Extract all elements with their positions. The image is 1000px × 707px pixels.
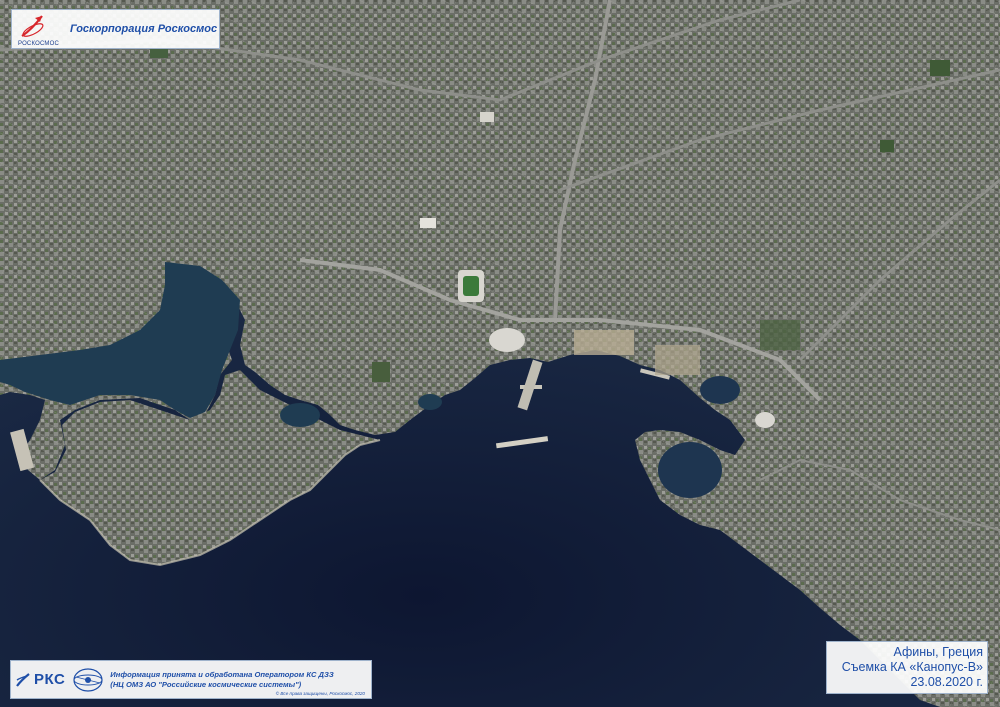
- caption-satellite: Съемка КА «Канопус-В»: [841, 660, 983, 674]
- logo-subtext: РОСКОСМОС: [18, 41, 60, 47]
- info-line-2: (НЦ ОМЗ АО "Российские космические систе…: [110, 679, 302, 689]
- rks-emblem-icon: [16, 672, 30, 687]
- satellite-image: [0, 0, 1000, 707]
- image-caption-panel: Афины, Греция Съемка КА «Канопус-В» 23.0…: [826, 641, 988, 694]
- operator-info-text: Информация принята и обработана Оператор…: [110, 670, 334, 690]
- roscosmos-logo: РОСКОСМОС: [18, 12, 59, 47]
- agency-name: Госкорпорация Роскосмос: [70, 23, 218, 35]
- rks-label: РКС: [34, 671, 66, 688]
- agency-logo-panel: РОСКОСМОС Госкорпорация Роскосмос: [11, 9, 220, 49]
- operator-info-panel: РКС Информация принята и обработана Опер…: [10, 660, 372, 699]
- copyright-text: © Все права защищены, Роскосмос, 2020: [275, 691, 365, 696]
- info-line-1: Информация принята и обработана Оператор…: [110, 669, 334, 679]
- rks-logo: РКС: [15, 671, 65, 688]
- caption-location: Афины, Греция: [893, 645, 983, 659]
- caption-date: 23.08.2020 г.: [910, 675, 983, 689]
- nc-omz-logo-icon: [73, 667, 103, 692]
- roscosmos-emblem-icon: [21, 15, 44, 37]
